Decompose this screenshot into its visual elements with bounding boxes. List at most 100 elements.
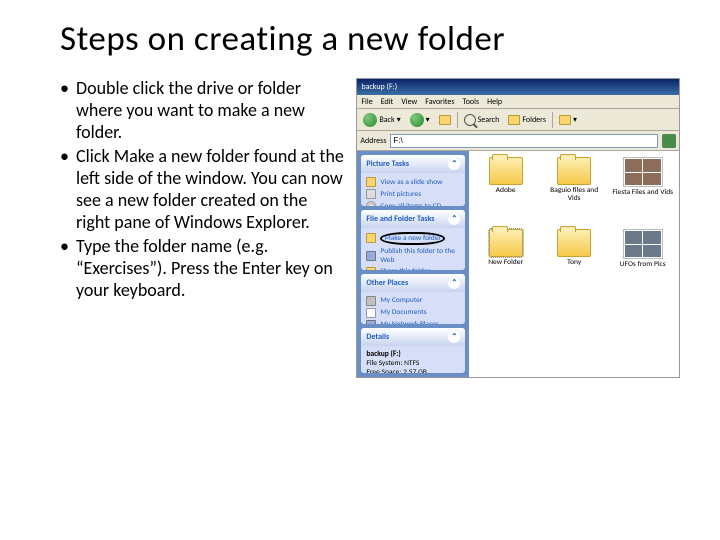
menu-tools[interactable]: Tools [463,97,480,107]
item-label: Adobe [496,187,516,195]
other-places-panel: Other Places ⌃ My Computer My Documents … [361,274,465,325]
menu-favorites[interactable]: Favorites [425,97,454,107]
task-copy-cd[interactable]: Copy all items to CD [366,200,460,206]
separator [457,112,458,128]
bullet-list: Double click the drive or folder where y… [60,78,344,378]
up-button[interactable] [436,114,454,126]
folder-icon [489,229,523,257]
task-label: View as a slide show [380,178,442,187]
explorer-window: backup (F:) File Edit View Favorites Too… [356,78,680,378]
address-label: Address [360,136,386,146]
task-label: Print pictures [380,190,421,199]
menu-edit[interactable]: Edit [381,97,394,107]
task-label: Publish this folder to the Web [380,247,460,265]
task-label: My Network Places [380,320,439,324]
content-pane[interactable]: Adobe Baguio files and Vids Fiesta Files… [469,151,679,377]
address-input[interactable] [390,134,658,148]
back-icon [363,113,377,127]
task-print[interactable]: Print pictures [366,188,460,200]
search-button[interactable]: Search [461,113,503,127]
menu-view[interactable]: View [401,97,417,107]
details-name: backup (F:) [366,350,460,359]
address-bar: Address [357,131,679,151]
panel-title: Picture Tasks [366,159,409,169]
folder-icon [557,229,591,257]
menu-file[interactable]: File [361,97,372,107]
file-folder-tasks-panel: File and Folder Tasks ⌃ Make a new folde… [361,210,465,270]
task-slideshow[interactable]: View as a slide show [366,176,460,188]
cd-icon [366,201,376,206]
thumbnail-icon [623,229,663,259]
task-sidebar: Picture Tasks ⌃ View as a slide show Pri… [357,151,469,377]
toolbar: Back ▾ ▾ Search Folders [357,109,679,131]
print-icon [366,189,376,199]
folders-icon [508,115,520,125]
go-button[interactable] [662,134,676,148]
new-folder-icon [366,233,376,243]
picture-tasks-header[interactable]: Picture Tasks ⌃ [361,155,465,173]
item-label: UFOs from Pics [620,261,666,269]
thumbnail-icon [623,157,663,187]
chevron-down-icon: ▾ [397,115,401,125]
window-title: backup (F:) [361,82,675,92]
collapse-icon[interactable]: ⌃ [448,277,460,289]
details-panel: Details ⌃ backup (F:) File System: NTFS … [361,328,465,373]
bullet-item: Type the folder name (e.g. “Exercises”).… [60,236,344,302]
collapse-icon[interactable]: ⌃ [448,331,460,343]
item-label: Fiesta Files and Vids [612,189,673,197]
item-label: New Folder [488,259,523,267]
separator [552,112,553,128]
share-icon [366,267,376,270]
folder-icon [489,157,523,185]
forward-icon [410,113,424,127]
collapse-icon[interactable]: ⌃ [448,213,460,225]
collapse-icon[interactable]: ⌃ [448,158,460,170]
slide-title: Steps on creating a new folder [60,18,680,60]
place-network[interactable]: My Network Places [366,319,460,325]
computer-icon [366,296,376,306]
back-label: Back [379,115,394,125]
up-folder-icon [439,115,451,125]
item-label: Tony [567,259,581,267]
folder-item[interactable]: Baguio files and Vids [542,157,607,225]
bullet-item: Double click the drive or folder where y… [60,78,344,144]
folder-item[interactable]: Fiesta Files and Vids [610,157,675,225]
panel-title: Details [366,332,389,342]
slideshow-icon [366,177,376,187]
folders-label: Folders [522,115,546,125]
picture-tasks-panel: Picture Tasks ⌃ View as a slide show Pri… [361,155,465,206]
task-label: Make a new folder [380,232,445,245]
place-my-documents[interactable]: My Documents [366,307,460,319]
back-button[interactable]: Back ▾ [360,112,403,128]
window-titlebar[interactable]: backup (F:) [357,79,679,95]
search-label: Search [478,115,500,125]
menu-help[interactable]: Help [487,97,502,107]
forward-button[interactable]: ▾ [407,112,433,128]
task-label: Copy all items to CD [380,202,441,206]
task-label: My Documents [380,308,426,317]
menubar[interactable]: File Edit View Favorites Tools Help [357,95,679,109]
details-free: Free Space: 2.57 GB [366,368,460,373]
folder-item[interactable]: Tony [542,229,607,297]
chevron-down-icon: ▾ [573,115,577,125]
details-fs: File System: NTFS [366,359,460,368]
task-publish[interactable]: Publish this folder to the Web [366,246,460,266]
views-button[interactable]: ▾ [556,114,580,126]
new-folder-item[interactable]: New Folder [473,229,538,297]
item-label: Baguio files and Vids [543,187,605,204]
panel-title: File and Folder Tasks [366,214,434,224]
folder-item[interactable]: Adobe [473,157,538,225]
bullet-item: Click Make a new folder found at the lef… [60,146,344,234]
publish-icon [366,251,376,261]
task-share[interactable]: Share this folder [366,266,460,270]
chevron-down-icon: ▾ [426,115,430,125]
search-icon [464,114,476,126]
folder-item[interactable]: UFOs from Pics [610,229,675,297]
details-header[interactable]: Details ⌃ [361,328,465,346]
file-folder-tasks-header[interactable]: File and Folder Tasks ⌃ [361,210,465,228]
folder-icon [557,157,591,185]
folders-button[interactable]: Folders [505,114,549,126]
place-my-computer[interactable]: My Computer [366,295,460,307]
other-places-header[interactable]: Other Places ⌃ [361,274,465,292]
task-make-new-folder[interactable]: Make a new folder [366,231,460,246]
